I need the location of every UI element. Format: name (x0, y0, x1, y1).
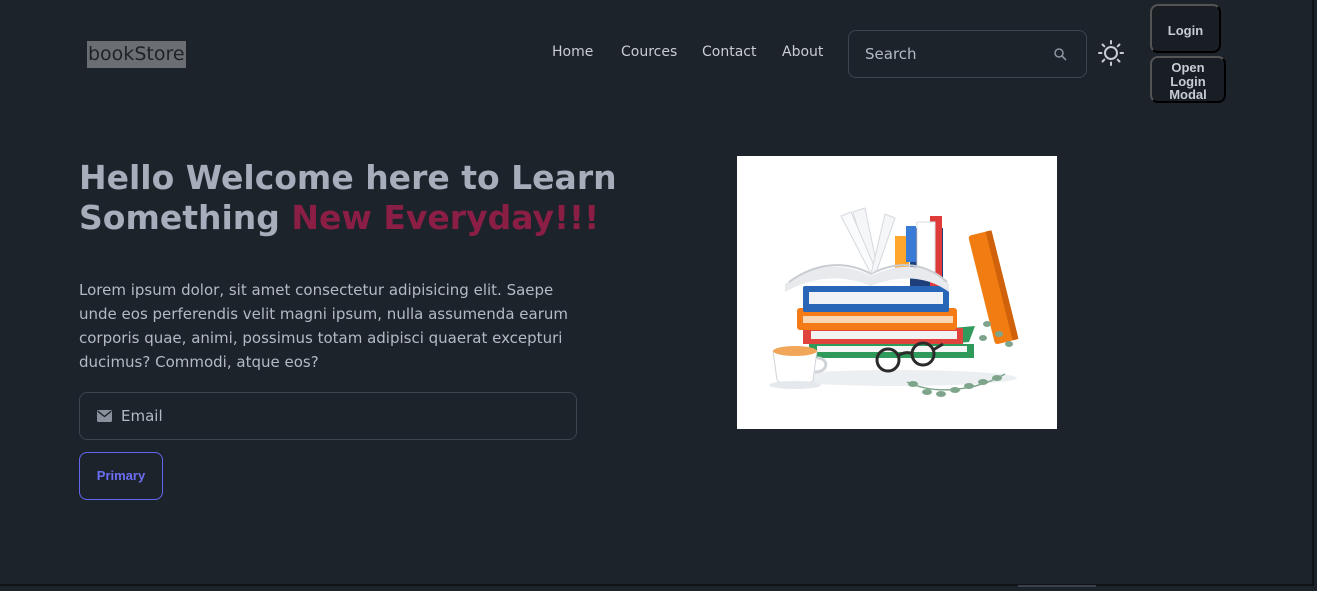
sun-icon[interactable] (1097, 39, 1125, 67)
books-illustration (737, 156, 1057, 429)
search-box (848, 30, 1087, 78)
nav-contact[interactable]: Contact (702, 44, 756, 64)
search-icon[interactable] (1053, 47, 1067, 61)
modal-label-line-3: Modal (1169, 87, 1207, 102)
modal-label-line-2: Login (1170, 73, 1206, 89)
brand-logo[interactable]: bookStore (87, 41, 186, 68)
nav-about[interactable]: About (782, 44, 823, 64)
search-input[interactable] (849, 45, 1039, 63)
email-box (79, 392, 577, 440)
login-button[interactable]: Login (1150, 4, 1221, 53)
hero-headline: Hello Welcome here to Learn Something Ne… (79, 158, 639, 238)
hero-paragraph: Lorem ipsum dolor, sit amet consectetur … (79, 281, 568, 371)
nav-cources[interactable]: Cources (621, 44, 677, 64)
nav-home[interactable]: Home (552, 44, 593, 64)
scrollbar-hint (1018, 585, 1096, 587)
modal-label-line-1: Open (1171, 60, 1205, 75)
headline-accent: New Everyday!!! (291, 198, 600, 237)
primary-button[interactable]: Primary (79, 452, 163, 500)
open-login-modal-button[interactable]: Open Login Modal (1150, 56, 1226, 103)
envelope-icon (97, 410, 112, 422)
email-input[interactable] (112, 407, 512, 425)
